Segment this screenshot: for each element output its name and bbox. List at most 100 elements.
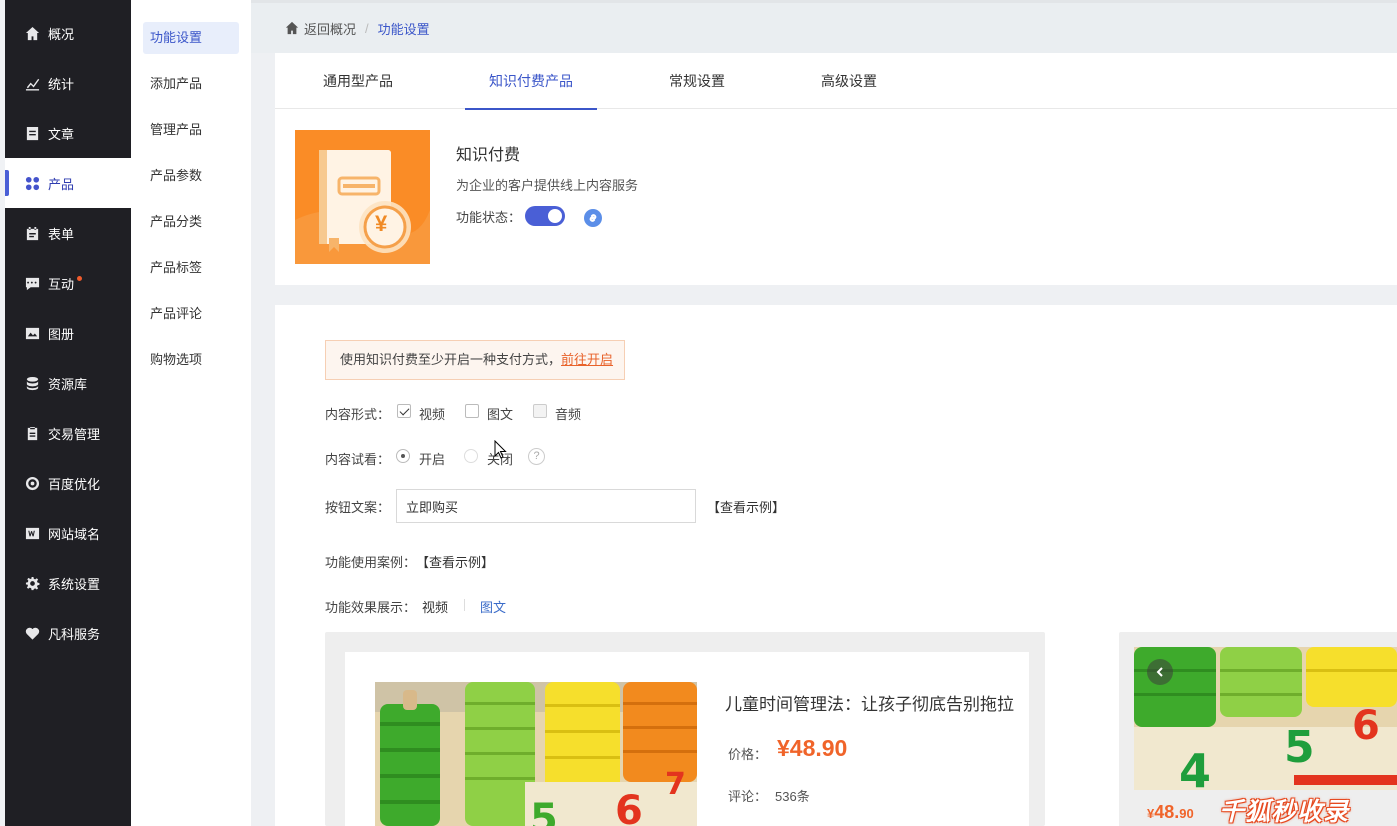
nav-item-form[interactable]: 表单	[5, 208, 131, 258]
subnav-item-product-tags[interactable]: 产品标签	[143, 252, 239, 284]
mobile-product-image: 4 5 6	[1134, 647, 1397, 790]
nav-item-label: 统计	[48, 76, 75, 92]
content-type-video-checkbox[interactable]	[397, 404, 411, 418]
domain-icon	[24, 525, 40, 541]
currency-symbol: ¥	[375, 211, 388, 236]
database-icon	[24, 375, 40, 391]
nav-item-label: 凡科服务	[48, 626, 101, 642]
watermark-text: 千狐秒收录	[1219, 798, 1350, 826]
subnav-item-product-reviews[interactable]: 产品评论	[143, 298, 239, 330]
gallery-icon	[24, 325, 40, 341]
product-preview-card: 6 7 5 儿童时间管理法：让孩子彻底告别拖拉 价格： ¥48.90 评论： 5…	[345, 652, 1029, 826]
trade-icon	[24, 425, 40, 441]
notice-text: 使用知识付费至少开启一种支付方式，	[340, 352, 562, 367]
preview-on-radio[interactable]	[396, 449, 410, 463]
nav-item-gallery[interactable]: 图册	[5, 308, 131, 358]
nav-item-trade[interactable]: 交易管理	[5, 408, 131, 458]
preview-price-value: ¥48.90	[777, 735, 848, 761]
effect-preview-mobile: 4 5 6 ¥48.90 千狐秒收录	[1119, 632, 1397, 826]
button-text-label: 按钮文案：	[325, 500, 391, 515]
payment-notice: 使用知识付费至少开启一种支付方式，前往开启	[325, 340, 625, 380]
svg-text:7: 7	[665, 767, 686, 802]
mobile-preview-price: ¥48.90	[1147, 802, 1194, 823]
usage-case-label: 功能使用案例：	[325, 555, 417, 570]
form-icon	[24, 225, 40, 241]
nav-item-interaction[interactable]: 互动	[5, 258, 131, 308]
notification-dot	[77, 275, 83, 281]
nav-item-label: 图册	[48, 326, 75, 342]
paid-book-icon	[295, 130, 430, 264]
product-image: 6 7 5	[375, 682, 697, 826]
nav-item-settings[interactable]: 系统设置	[5, 558, 131, 608]
usage-case-link[interactable]: 【查看示例】	[416, 552, 494, 571]
breadcrumb-back-link[interactable]: 返回概况	[304, 19, 356, 38]
main-nav: 概况 统计 文章 产品 表单 互动 图册 资源库 交易管理 百度优化 网站域名	[0, 0, 131, 826]
stacking-toy-image: 6 7 5	[375, 682, 697, 826]
breadcrumb: 返回概况 / 功能设置	[251, 0, 1397, 53]
nav-item-seo[interactable]: 百度优化	[5, 458, 131, 508]
subnav-item-add-product[interactable]: 添加产品	[143, 68, 239, 100]
stats-icon	[24, 75, 40, 91]
preview-off-label: 关闭	[487, 452, 514, 467]
feature-status-label: 功能状态：	[456, 210, 522, 225]
home-icon	[24, 25, 40, 41]
carousel-prev-button[interactable]	[1147, 659, 1173, 685]
toggle-knob	[548, 209, 562, 223]
subnav-item-feature-settings[interactable]: 功能设置	[143, 22, 239, 54]
tab-bar: 通用型产品 知识付费产品 常规设置 高级设置	[275, 53, 1397, 110]
tab-general-settings[interactable]: 常规设置	[669, 53, 725, 109]
svg-text:6: 6	[615, 788, 643, 826]
nav-item-label: 文章	[48, 126, 75, 142]
content-preview-label: 内容试看：	[325, 452, 391, 467]
view-example-link[interactable]: 【查看示例】	[707, 497, 785, 516]
content-type-article-label: 图文	[487, 407, 514, 422]
product-icon	[24, 175, 40, 191]
content-type-audio-checkbox[interactable]	[533, 404, 547, 418]
content-type-article-checkbox[interactable]	[465, 404, 479, 418]
feature-title: 知识付费	[456, 147, 521, 164]
feature-settings-card: 使用知识付费至少开启一种支付方式，前往开启 内容形式： 视频 图文 音频 内容试…	[275, 305, 1397, 826]
nav-item-service[interactable]: 凡科服务	[5, 608, 131, 658]
preview-off-radio[interactable]	[464, 449, 478, 463]
preview-product-title: 儿童时间管理法：让孩子彻底告别拖拉	[725, 695, 1014, 714]
heart-icon	[24, 625, 40, 641]
effect-preview-desktop: 6 7 5 儿童时间管理法：让孩子彻底告别拖拉 价格： ¥48.90 评论： 5…	[325, 632, 1045, 826]
nav-item-article[interactable]: 文章	[5, 108, 131, 158]
effect-tab-video[interactable]: 视频	[422, 597, 448, 616]
link-icon[interactable]	[584, 209, 602, 227]
nav-item-resources[interactable]: 资源库	[5, 358, 131, 408]
tab-knowledge-product[interactable]: 知识付费产品	[465, 53, 597, 110]
svg-text:5: 5	[530, 796, 558, 826]
home-icon[interactable]	[285, 21, 299, 35]
nav-item-overview[interactable]: 概况	[5, 8, 131, 58]
tab-general-product[interactable]: 通用型产品	[323, 53, 393, 109]
nav-item-label: 网站域名	[48, 526, 101, 542]
breadcrumb-current: 功能设置	[377, 21, 430, 37]
chat-icon	[24, 275, 40, 291]
enable-payment-link[interactable]: 前往开启	[561, 352, 613, 367]
subnav-item-manage-product[interactable]: 管理产品	[143, 114, 239, 146]
effect-tab-article[interactable]: 图文	[480, 597, 506, 616]
subnav-item-product-params[interactable]: 产品参数	[143, 160, 239, 192]
nav-item-stats[interactable]: 统计	[5, 58, 131, 108]
content-type-audio-label: 音频	[555, 407, 582, 422]
tab-advanced-settings[interactable]: 高级设置	[821, 53, 877, 109]
help-icon[interactable]: ?	[528, 448, 545, 465]
seo-icon	[24, 475, 40, 491]
preview-reviews-value: 536条	[775, 789, 810, 804]
feature-status-toggle[interactable]	[525, 206, 565, 226]
effect-display-label: 功能效果展示：	[325, 600, 417, 615]
subnav-item-product-category[interactable]: 产品分类	[143, 206, 239, 238]
nav-item-domain[interactable]: 网站域名	[5, 508, 131, 558]
gear-icon	[24, 575, 40, 591]
feature-thumbnail: ¥	[295, 130, 430, 264]
mobile-price-decimal: 90	[1179, 806, 1194, 821]
svg-text:6: 6	[1352, 703, 1380, 749]
breadcrumb-separator: /	[365, 20, 369, 36]
nav-item-product[interactable]: 产品	[5, 158, 131, 208]
button-text-input[interactable]	[396, 489, 696, 523]
chevron-left-icon	[1156, 667, 1163, 677]
subnav-item-shopping-options[interactable]: 购物选项	[143, 344, 239, 376]
svg-text:4: 4	[1179, 744, 1211, 790]
nav-item-label: 产品	[48, 176, 75, 192]
